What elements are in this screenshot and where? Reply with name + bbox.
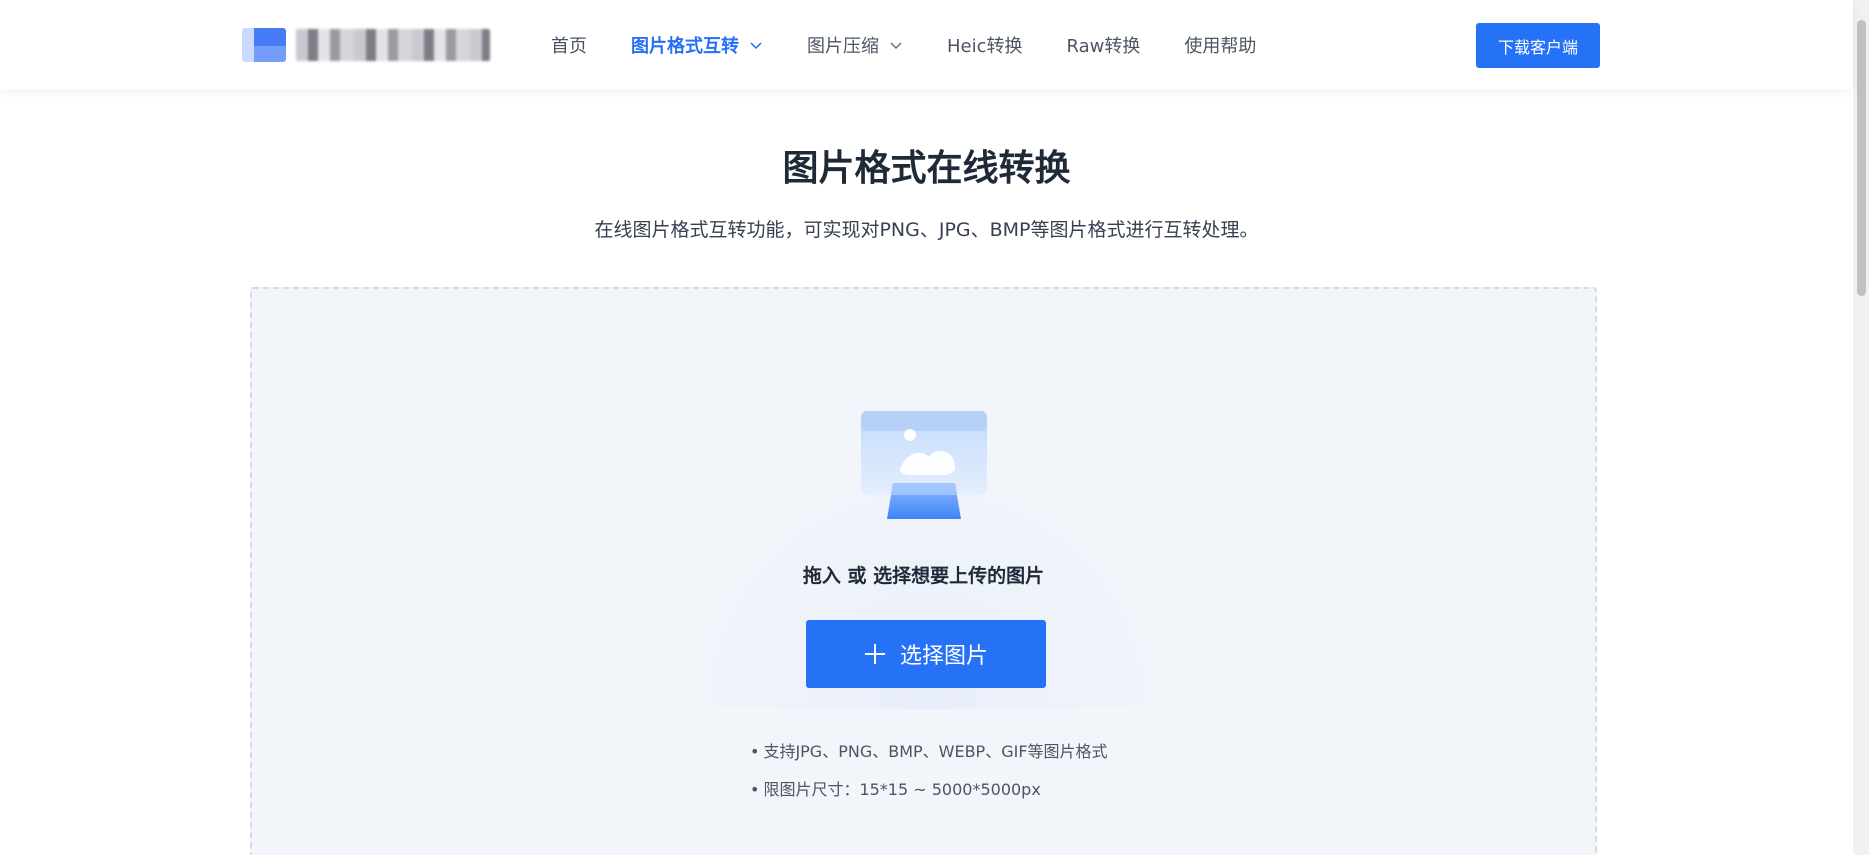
nav-item-label: Heic转换 [947, 35, 1023, 57]
scrollbar-thumb[interactable] [1857, 20, 1866, 296]
nav-item-label: Raw转换 [1066, 35, 1141, 57]
nav-item-label: 首页 [551, 35, 587, 57]
page: 首页 图片格式互转 图片压缩 Heic转换 Raw转换 使用帮助 下载客户端 图… [0, 0, 1869, 855]
chevron-down-icon [749, 38, 763, 52]
vertical-scrollbar[interactable] [1853, 0, 1869, 855]
nav-item-format-convert[interactable]: 图片格式互转 [631, 32, 763, 58]
select-image-button[interactable]: 选择图片 [806, 620, 1046, 688]
nav-item-home[interactable]: 首页 [551, 32, 587, 58]
nav-item-heic[interactable]: Heic转换 [947, 32, 1023, 58]
page-title: 图片格式在线转换 [782, 148, 1071, 189]
nav-item-help[interactable]: 使用帮助 [1184, 32, 1256, 58]
upload-drop-zone[interactable]: 拖入 或 选择想要上传的图片 选择图片 • 支持JPG、PNG、BMP、WEBP、… [250, 287, 1597, 855]
drop-instructions: 拖入 或 选择想要上传的图片 [802, 565, 1045, 587]
chevron-down-icon [889, 38, 903, 52]
bullet: • [750, 780, 760, 799]
download-client-button[interactable]: 下载客户端 [1476, 23, 1600, 68]
tip-item: • 限图片尺寸：15*15 ~ 5000*5000px [750, 780, 1108, 818]
brand-logo-icon [242, 28, 286, 62]
tip-item: • 支持JPG、PNG、BMP、WEBP、GIF等图片格式 [750, 742, 1108, 780]
nav-item-compress[interactable]: 图片压缩 [807, 32, 903, 58]
select-image-label: 选择图片 [899, 644, 988, 669]
image-monitor-icon [859, 409, 989, 521]
blurred-site-name [296, 29, 490, 61]
tip-text: 限图片尺寸：15*15 ~ 5000*5000px [763, 780, 1041, 799]
main-nav: 首页 图片格式互转 图片压缩 Heic转换 Raw转换 使用帮助 [551, 0, 1300, 89]
page-description: 在线图片格式互转功能，可实现对PNG、JPG、BMP等图片格式进行互转处理。 [594, 219, 1259, 241]
nav-item-label: 图片压缩 [807, 35, 879, 57]
bullet: • [750, 742, 760, 761]
plus-icon [864, 643, 886, 665]
upload-tips: • 支持JPG、PNG、BMP、WEBP、GIF等图片格式 • 限图片尺寸：15*1… [750, 742, 1108, 818]
tip-text: 支持JPG、PNG、BMP、WEBP、GIF等图片格式 [763, 742, 1108, 761]
nav-item-label: 图片格式互转 [631, 35, 739, 57]
top-navigation-bar: 首页 图片格式互转 图片压缩 Heic转换 Raw转换 使用帮助 下载客户端 [0, 0, 1853, 89]
nav-item-label: 使用帮助 [1184, 35, 1257, 57]
site-logo[interactable] [242, 26, 490, 62]
nav-item-raw[interactable]: Raw转换 [1067, 32, 1141, 58]
